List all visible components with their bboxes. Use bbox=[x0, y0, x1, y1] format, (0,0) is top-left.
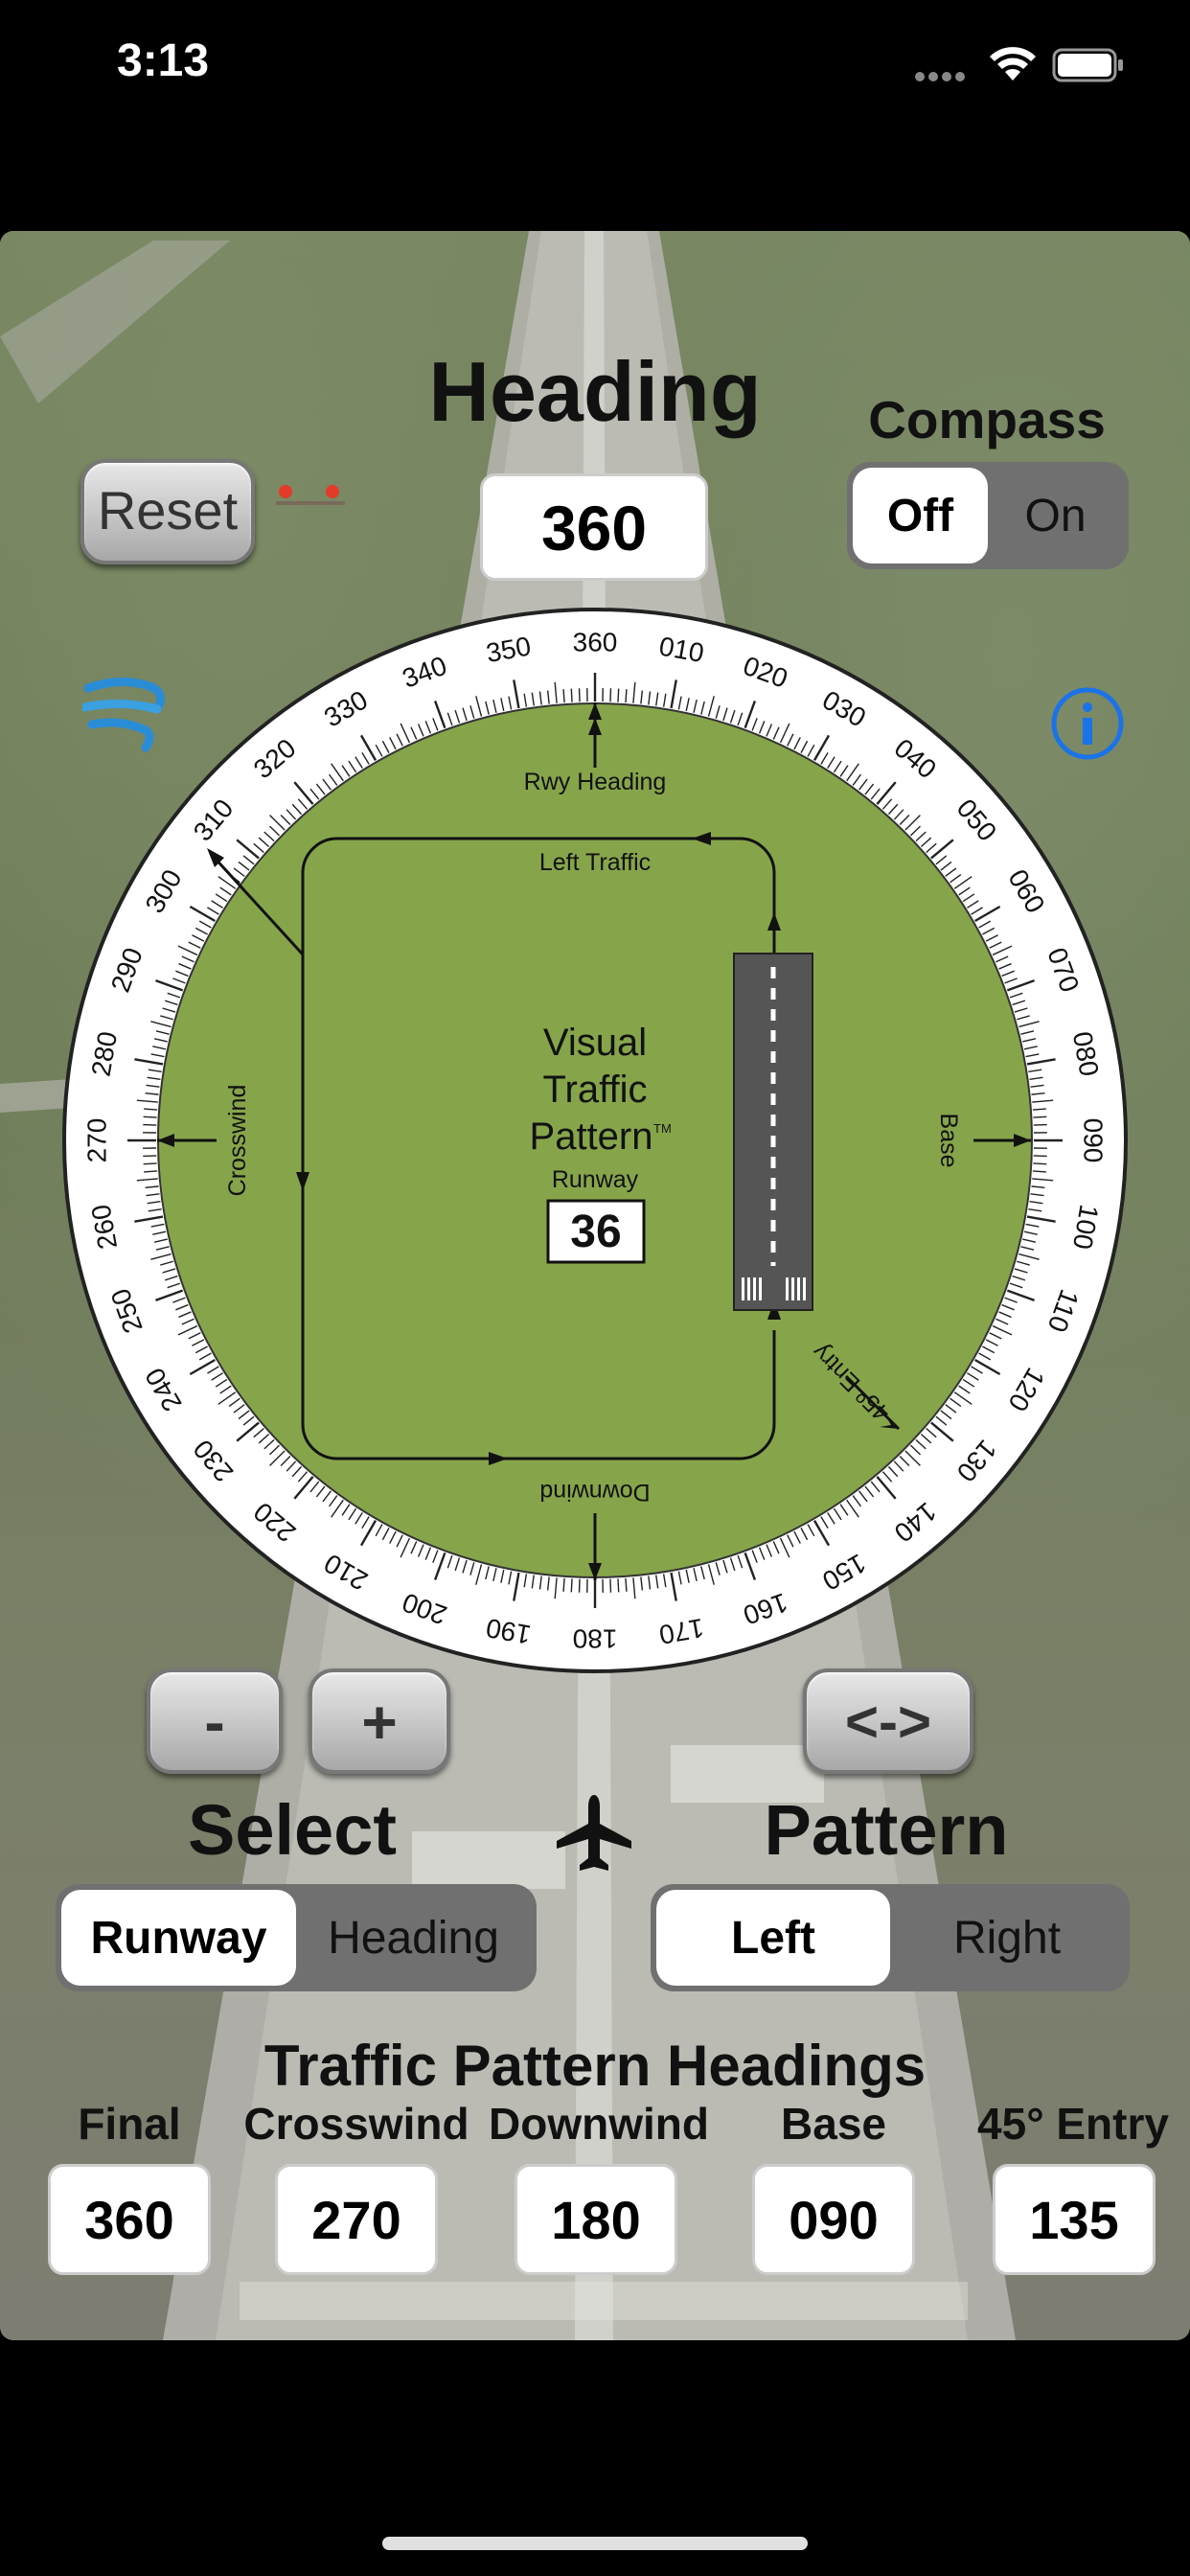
final-heading-value: 360 bbox=[48, 2164, 211, 2275]
dial-tick bbox=[617, 1578, 620, 1593]
dial-tick bbox=[144, 1108, 158, 1111]
dial-tick bbox=[570, 1578, 573, 1593]
dial-tick bbox=[1033, 1116, 1047, 1118]
main-content: Heading 360 Compass Off On Reset 360 010 0… bbox=[0, 231, 1190, 2340]
dial-tick bbox=[617, 688, 620, 702]
battery-icon bbox=[1052, 48, 1123, 82]
crosswind-label: Crosswind bbox=[224, 1085, 251, 1197]
swap-button[interactable]: <-> bbox=[803, 1668, 973, 1774]
traffic-pattern-dial[interactable]: 360 0100200300400500600700800901001101201… bbox=[59, 605, 1131, 1676]
traffic-pattern-title: Traffic Pattern Headings bbox=[263, 2034, 927, 2098]
dial-degree-label: 360 bbox=[573, 627, 618, 656]
trademark-mark: TM bbox=[653, 1121, 672, 1136]
select-label: Select bbox=[187, 1790, 398, 1870]
dial-tick bbox=[1032, 1108, 1046, 1111]
base-label: Base bbox=[935, 1114, 962, 1168]
base-heading-value: 090 bbox=[752, 2164, 915, 2275]
runway-graphic bbox=[733, 953, 813, 1311]
dial-degree-label: 090 bbox=[1079, 1118, 1109, 1163]
runway-number: 36 bbox=[570, 1207, 621, 1257]
dial-tick bbox=[570, 688, 573, 702]
entry-column-label: 45° Entry bbox=[977, 2099, 1169, 2149]
pattern-label: Pattern bbox=[764, 1790, 1009, 1870]
dial-tick bbox=[625, 689, 628, 703]
dial-degree-label: 180 bbox=[573, 1624, 618, 1654]
pattern-toggle[interactable]: Left Right bbox=[651, 1884, 1130, 1991]
crosswind-column-label: Crosswind bbox=[243, 2099, 469, 2149]
compass-on-option[interactable]: On bbox=[988, 468, 1123, 564]
dial-tick bbox=[1032, 1170, 1046, 1173]
downwind-heading-value: 180 bbox=[515, 2164, 677, 2275]
center-title-line2: Traffic bbox=[543, 1069, 648, 1111]
status-bar: 3:13 bbox=[0, 0, 1190, 134]
final-label: Final bbox=[78, 2099, 181, 2149]
compass-toggle[interactable]: Off On bbox=[847, 462, 1129, 569]
home-indicator[interactable] bbox=[382, 2537, 808, 2550]
select-runway-option[interactable]: Runway bbox=[61, 1890, 296, 1986]
airplane-icon bbox=[557, 1795, 631, 1871]
entry-heading-value: 135 bbox=[993, 2164, 1156, 2275]
decrement-button[interactable]: - bbox=[147, 1668, 283, 1774]
runway-caption: Runway bbox=[552, 1166, 639, 1193]
downwind-label: Downwind bbox=[539, 1479, 650, 1506]
dial-tick bbox=[1033, 1162, 1047, 1165]
dial-tick bbox=[562, 1577, 565, 1592]
dial-degree-label: 270 bbox=[81, 1118, 111, 1163]
compass-label: Compass bbox=[868, 390, 1106, 449]
pattern-left-option[interactable]: Left bbox=[656, 1890, 890, 1986]
select-heading-option[interactable]: Heading bbox=[296, 1890, 531, 1986]
downwind-column-label: Downwind bbox=[489, 2099, 709, 2149]
reset-button[interactable]: Reset bbox=[80, 459, 255, 564]
runway-lights-icon bbox=[276, 485, 345, 505]
pattern-right-option[interactable]: Right bbox=[890, 1890, 1124, 1986]
compass-off-option[interactable]: Off bbox=[853, 468, 988, 564]
dial-tick bbox=[144, 1170, 158, 1173]
center-title-line1: Visual bbox=[543, 1022, 647, 1064]
select-toggle[interactable]: Runway Heading bbox=[56, 1884, 537, 1991]
rwy-heading-label: Rwy Heading bbox=[524, 769, 667, 795]
wifi-icon bbox=[990, 47, 1036, 80]
heading-value-field[interactable]: 360 bbox=[480, 473, 708, 581]
dial-tick bbox=[143, 1162, 157, 1165]
dial-tick bbox=[625, 1577, 628, 1592]
status-time: 3:13 bbox=[117, 35, 210, 86]
left-traffic-label: Left Traffic bbox=[539, 849, 651, 876]
increment-button[interactable]: + bbox=[309, 1668, 450, 1774]
base-column-label: Base bbox=[781, 2099, 886, 2149]
dial-tick bbox=[143, 1116, 157, 1118]
center-title-line3: Pattern bbox=[530, 1116, 653, 1158]
crosswind-heading-value: 270 bbox=[275, 2164, 438, 2275]
signal-dots-icon bbox=[915, 69, 971, 81]
dial-tick bbox=[562, 689, 565, 703]
